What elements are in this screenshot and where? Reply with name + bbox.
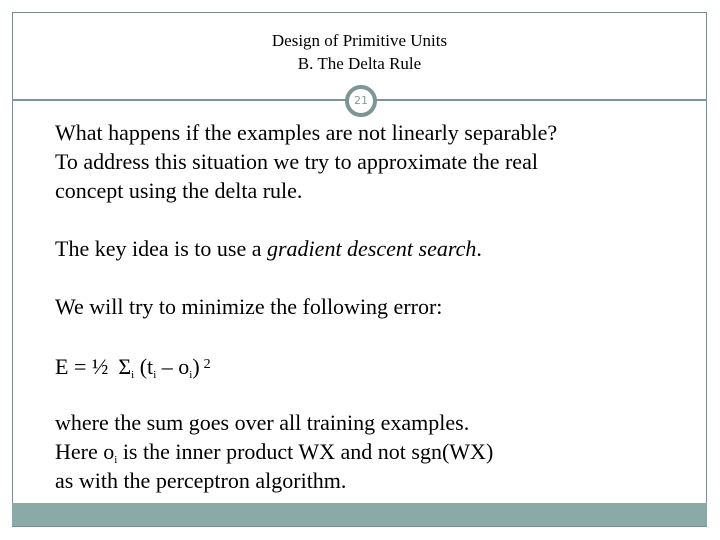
title-line-1: Design of Primitive Units bbox=[271, 31, 448, 50]
slide-body: What happens if the examples are not lin… bbox=[55, 118, 695, 495]
title-line-2: B. The Delta Rule bbox=[297, 54, 422, 73]
slide-title: Design of Primitive Units B. The Delta R… bbox=[12, 29, 707, 75]
formula-exponent: 2 bbox=[203, 357, 211, 372]
formula-lhs: E = ½ bbox=[55, 354, 109, 379]
sigma-symbol: Σ bbox=[118, 354, 132, 379]
body-line: To address this situation we try to appr… bbox=[55, 149, 538, 174]
minimize-line: We will try to minimize the following er… bbox=[55, 294, 443, 319]
inner-product-suffix: is the inner product WX and not sgn(WX) bbox=[117, 439, 494, 464]
key-idea-prefix: The key idea is to use a bbox=[55, 236, 267, 261]
body-line: where the sum goes over all training exa… bbox=[55, 410, 470, 435]
inner-product-line: Here oi is the inner product WX and not … bbox=[55, 437, 695, 466]
body-line: What happens if the examples are not lin… bbox=[55, 120, 558, 145]
body-line: as with the perceptron algorithm. bbox=[55, 468, 347, 493]
key-idea-line: The key idea is to use a gradient descen… bbox=[55, 234, 695, 263]
formula-open: (t bbox=[134, 354, 154, 379]
footer-bar bbox=[12, 503, 707, 527]
error-formula: E = ½ Σi (ti – oi) 2 bbox=[55, 350, 695, 381]
key-idea-suffix: . bbox=[476, 236, 482, 261]
formula-close: ) bbox=[192, 354, 200, 379]
formula-minus: – o bbox=[156, 354, 190, 379]
page-number-badge: 21 bbox=[345, 85, 377, 117]
key-idea-emphasis: gradient descent search bbox=[267, 236, 477, 261]
inner-product-prefix: Here o bbox=[55, 439, 115, 464]
body-line: concept using the delta rule. bbox=[55, 178, 303, 203]
